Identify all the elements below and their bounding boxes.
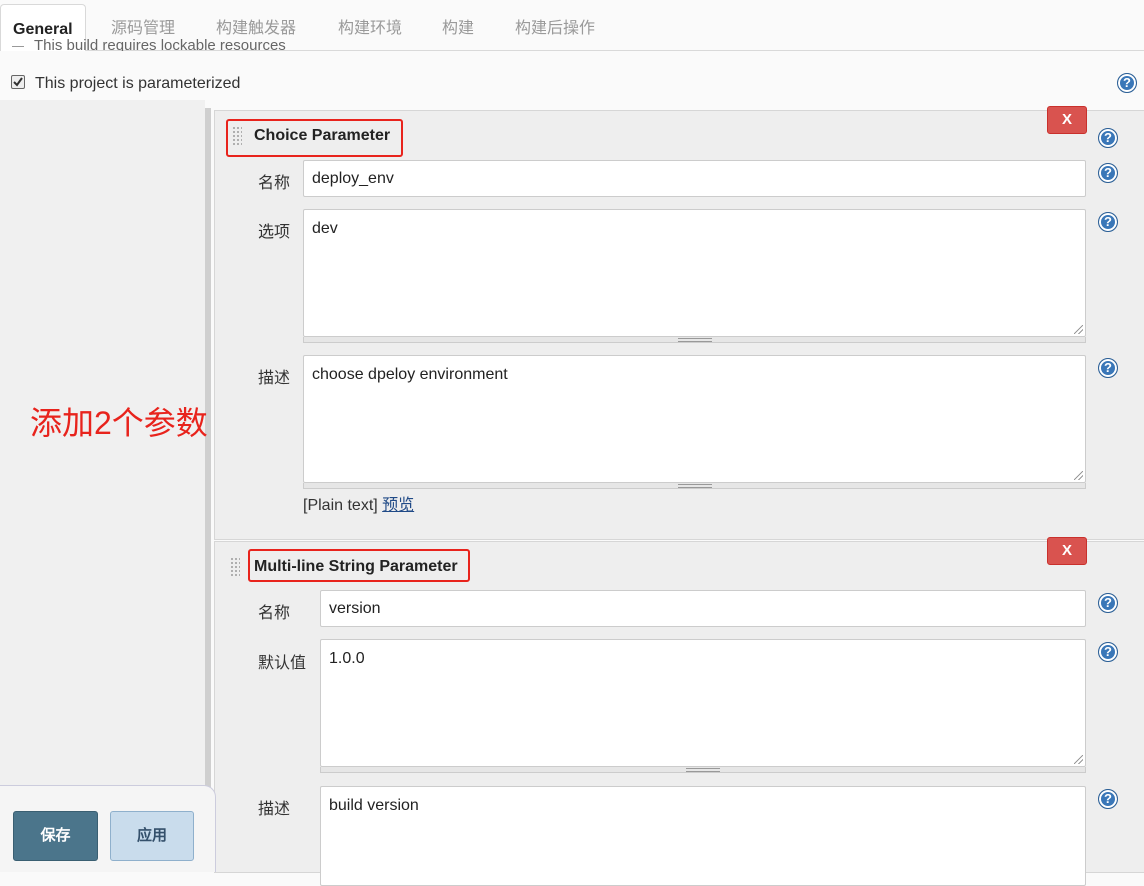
annotation-text: 添加2个参数 [30, 405, 208, 441]
highlight-box [248, 549, 470, 582]
textarea-splitter[interactable] [320, 767, 1086, 773]
preview-link[interactable]: 预览 [382, 497, 414, 514]
choice-description-textarea[interactable]: choose dpeloy environment [303, 355, 1086, 483]
save-button[interactable]: 保存 [13, 811, 98, 861]
help-icon[interactable]: ? [1098, 789, 1118, 809]
checkmark-icon [13, 77, 23, 87]
tab-build-environment[interactable]: 构建环境 [338, 4, 402, 50]
help-icon[interactable]: ? [1098, 642, 1118, 662]
name-label: 名称 [258, 605, 291, 622]
highlight-box [226, 119, 403, 157]
resize-grip-icon[interactable] [1074, 471, 1083, 480]
textarea-splitter[interactable] [303, 337, 1086, 343]
help-icon[interactable]: ? [1098, 128, 1118, 148]
description-value: choose dpeloy environment [312, 366, 508, 383]
name-label: 名称 [258, 175, 291, 192]
tab-post-build[interactable]: 构建后操作 [515, 4, 595, 50]
left-pane [0, 100, 205, 871]
scroll-clip [0, 51, 1144, 61]
delete-choice-button[interactable]: X [1047, 106, 1087, 134]
default-value: 1.0.0 [329, 650, 365, 667]
drag-handle-icon[interactable] [230, 557, 240, 577]
description-label: 描述 [258, 370, 291, 387]
parameterized-label: This project is parameterized [35, 75, 241, 92]
multiline-description-textarea[interactable]: build version [320, 786, 1086, 886]
textarea-splitter[interactable] [303, 483, 1086, 489]
choice-name-input[interactable] [303, 160, 1086, 197]
description-value: build version [329, 797, 419, 814]
help-icon[interactable]: ? [1098, 212, 1118, 232]
tab-build[interactable]: 构建 [442, 4, 474, 50]
format-hint: [Plain text] 预览 [303, 491, 414, 515]
choices-textarea[interactable]: dev [303, 209, 1086, 337]
description-label: 描述 [258, 801, 291, 818]
pane-divider[interactable] [205, 108, 211, 871]
resize-grip-icon[interactable] [1074, 755, 1083, 764]
help-icon[interactable]: ? [1098, 358, 1118, 378]
apply-button[interactable]: 应用 [110, 811, 194, 861]
multiline-name-input[interactable] [320, 590, 1086, 627]
delete-multiline-button[interactable]: X [1047, 537, 1087, 565]
default-value-label: 默认值 [258, 655, 307, 672]
choices-label: 选项 [258, 224, 291, 241]
choices-value: dev [312, 220, 338, 237]
help-icon[interactable]: ? [1117, 73, 1137, 93]
parameterized-checkbox[interactable] [11, 75, 25, 89]
help-icon[interactable]: ? [1098, 163, 1118, 183]
default-value-textarea[interactable]: 1.0.0 [320, 639, 1086, 767]
help-icon[interactable]: ? [1098, 593, 1118, 613]
resize-grip-icon[interactable] [1074, 325, 1083, 334]
plain-text-label: [Plain text] [303, 497, 378, 514]
lockable-checkbox-edge [12, 46, 24, 47]
